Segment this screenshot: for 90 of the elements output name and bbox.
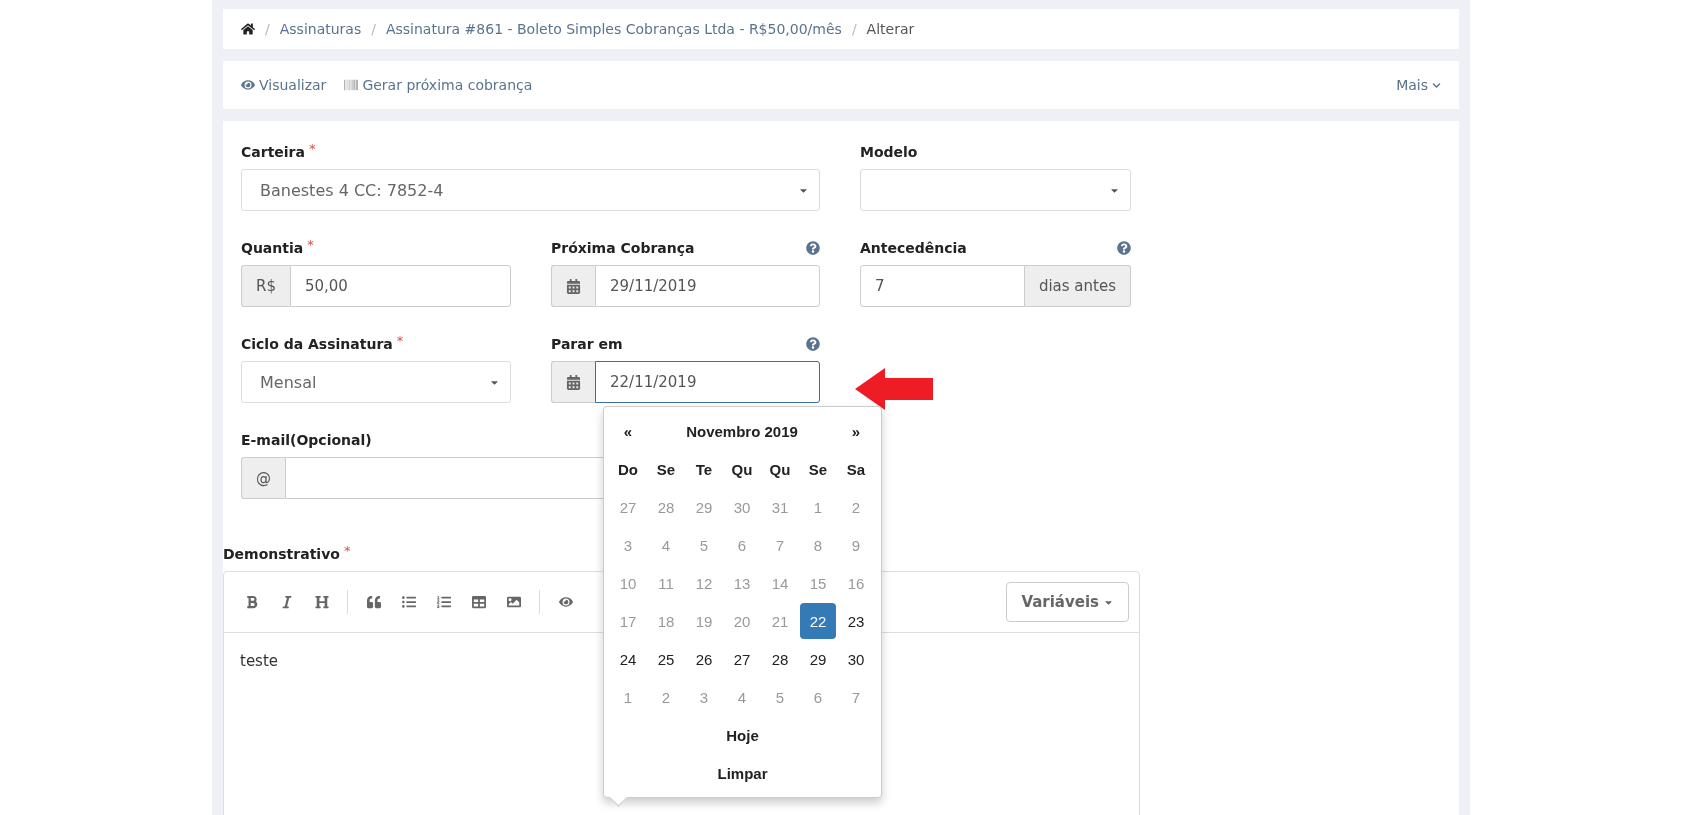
- input-field[interactable]: 50,00: [289, 265, 511, 307]
- calendar-day[interactable]: 1: [800, 489, 836, 525]
- required-mark: *: [396, 333, 404, 348]
- calendar-day[interactable]: 7: [838, 679, 874, 715]
- calendar-day[interactable]: 6: [724, 527, 760, 563]
- help-icon[interactable]: [1117, 241, 1131, 255]
- select-field[interactable]: Mensal: [241, 361, 511, 403]
- next-month-button[interactable]: »: [837, 412, 875, 450]
- field-label: E-mail(Opcional): [241, 432, 372, 448]
- editor-text: teste: [240, 652, 279, 670]
- breadcrumb-separator: /: [265, 21, 270, 37]
- calendar-day[interactable]: 3: [686, 679, 722, 715]
- calendar-day[interactable]: 31: [762, 489, 798, 525]
- today-button[interactable]: Hoje: [609, 716, 876, 754]
- input-addon: R$: [241, 265, 290, 307]
- field-label: Antecedência: [860, 240, 967, 256]
- calendar-day[interactable]: 27: [724, 641, 760, 677]
- field-label: Demonstrativo: [223, 546, 340, 562]
- calendar-day[interactable]: 30: [724, 489, 760, 525]
- calendar-day[interactable]: 20: [724, 603, 760, 639]
- clear-button[interactable]: Limpar: [609, 754, 876, 792]
- breadcrumb-separator: /: [851, 21, 857, 37]
- calendar-day[interactable]: 9: [838, 527, 874, 563]
- calendar-day[interactable]: 4: [648, 527, 684, 563]
- barcode-icon: [344, 78, 359, 92]
- weekday-label: Qu: [768, 460, 792, 478]
- more-menu[interactable]: Mais: [1396, 77, 1441, 93]
- home-icon[interactable]: [241, 22, 255, 36]
- generate-charge-link[interactable]: Gerar próxima cobrança: [344, 77, 533, 93]
- field-label: Quantia: [241, 240, 304, 256]
- breadcrumb-link[interactable]: Assinatura #861 - Boleto Simples Cobranças Ltda - R$50,00/mês: [385, 21, 842, 37]
- date-field[interactable]: 29/11/2019: [595, 265, 820, 307]
- weekday-label: Se: [807, 460, 829, 478]
- calendar-day[interactable]: 5: [762, 679, 798, 715]
- input-field[interactable]: 7: [860, 265, 1025, 307]
- required-mark: *: [343, 543, 351, 558]
- calendar-day[interactable]: 5: [686, 527, 722, 563]
- weekday-label: Do: [617, 460, 639, 478]
- select-field[interactable]: [860, 169, 1131, 211]
- calendar-day[interactable]: 27: [610, 489, 646, 525]
- calendar-day[interactable]: 25: [648, 641, 684, 677]
- calendar-day[interactable]: 8: [800, 527, 836, 563]
- required-mark: *: [308, 141, 316, 156]
- eye-icon: [241, 78, 255, 92]
- chevron-down-icon: [1432, 80, 1441, 90]
- calendar-icon[interactable]: [551, 265, 595, 307]
- variables-button[interactable]: Variáveis: [1006, 582, 1129, 622]
- weekday-label: Sa: [845, 460, 867, 478]
- view-link[interactable]: Visualizar: [241, 77, 327, 93]
- calendar-day[interactable]: 29: [686, 489, 722, 525]
- calendar-day[interactable]: 23: [838, 603, 874, 639]
- calendar-day[interactable]: 19: [686, 603, 722, 639]
- calendar-icon[interactable]: [551, 361, 595, 403]
- breadcrumb-link[interactable]: Alterar: [866, 21, 915, 37]
- month-title[interactable]: Novembro 2019: [647, 412, 837, 450]
- breadcrumb-separator: /: [371, 21, 376, 37]
- calendar-day[interactable]: 18: [648, 603, 684, 639]
- field-label: Ciclo da Assinatura: [241, 336, 393, 352]
- input-addon: @: [241, 457, 285, 499]
- previous-month-button[interactable]: «: [609, 412, 647, 450]
- help-icon[interactable]: [806, 241, 820, 255]
- calendar-day[interactable]: 29: [800, 641, 836, 677]
- weekday-label: Se: [655, 460, 677, 478]
- calendar-day[interactable]: 26: [686, 641, 722, 677]
- calendar-day[interactable]: 24: [610, 641, 646, 677]
- calendar-day[interactable]: 7: [762, 527, 798, 563]
- input-addon: dias antes: [1024, 265, 1131, 307]
- field-label: Parar em: [551, 336, 623, 352]
- calendar-day[interactable]: 6: [800, 679, 836, 715]
- select-field[interactable]: Banestes 4 CC: 7852-4: [241, 169, 820, 211]
- calendar-day[interactable]: 2: [838, 489, 874, 525]
- calendar-day[interactable]: 22: [800, 603, 836, 639]
- field-label: Modelo: [860, 144, 918, 160]
- calendar-day[interactable]: 3: [610, 527, 646, 563]
- help-icon[interactable]: [806, 337, 820, 351]
- weekday-label: Te: [694, 460, 714, 478]
- calendar-day[interactable]: 1: [610, 679, 646, 715]
- calendar-day[interactable]: 28: [648, 489, 684, 525]
- breadcrumb-link[interactable]: Assinaturas: [279, 21, 362, 37]
- calendar-day[interactable]: 2: [648, 679, 684, 715]
- required-mark: *: [307, 237, 314, 252]
- weekday-label: Qu: [730, 460, 754, 478]
- calendar-day[interactable]: 17: [610, 603, 646, 639]
- field-label: Próxima Cobrança: [551, 240, 695, 256]
- calendar-day[interactable]: 21: [762, 603, 798, 639]
- field-label: Carteira: [241, 144, 305, 160]
- calendar-day[interactable]: 30: [838, 641, 874, 677]
- calendar-day[interactable]: 4: [724, 679, 760, 715]
- calendar-day[interactable]: 28: [762, 641, 798, 677]
- date-field[interactable]: 22/11/2019: [595, 361, 820, 403]
